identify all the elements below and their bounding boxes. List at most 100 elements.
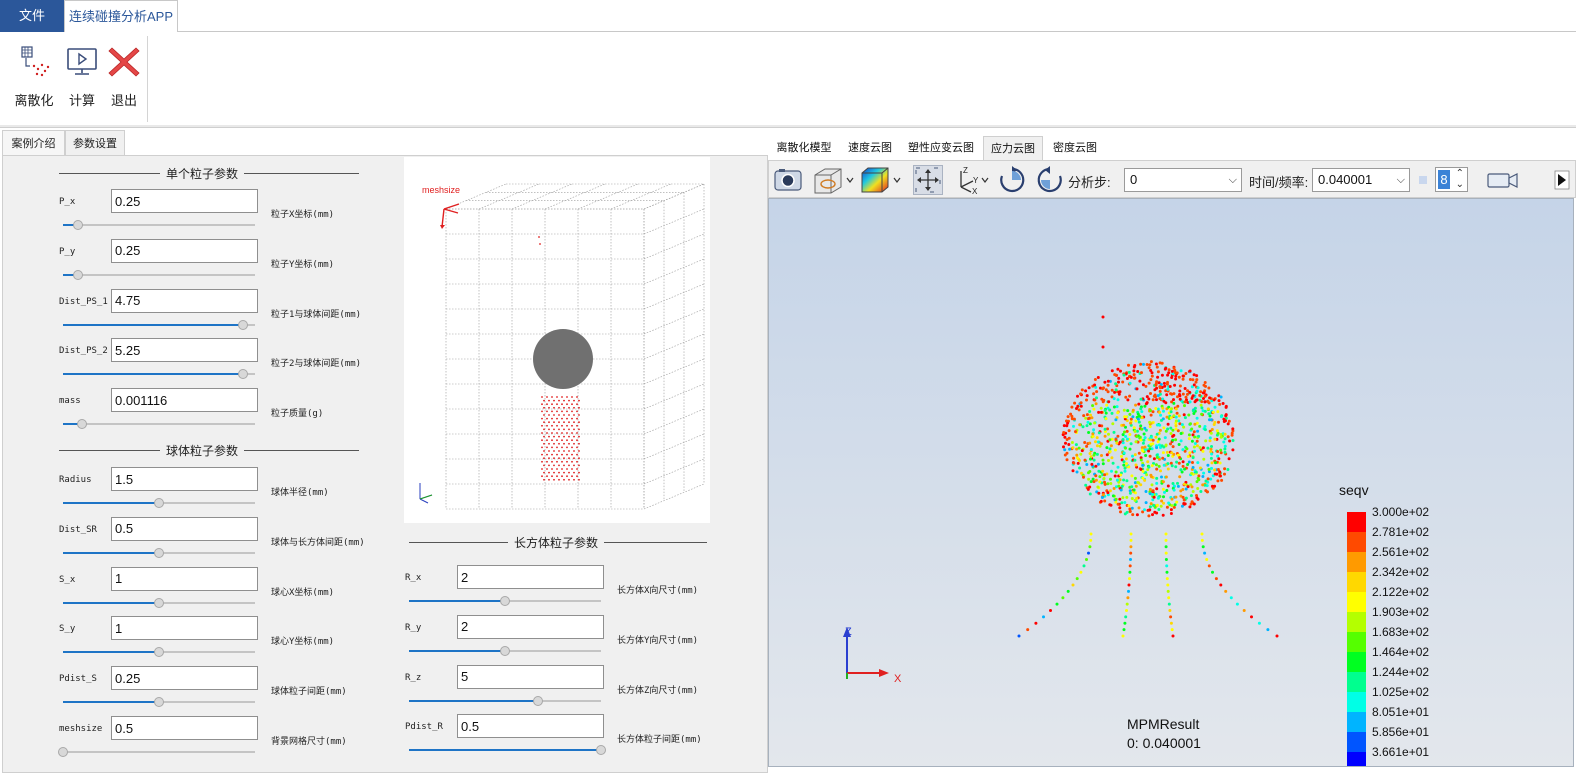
- param-input-s-y[interactable]: [111, 616, 258, 641]
- screenshot-button[interactable]: [773, 165, 803, 195]
- frame-spinbox[interactable]: 8 ⌃ ⌄: [1435, 167, 1468, 192]
- param-slider[interactable]: [63, 647, 255, 658]
- section-cuboid-particle: 长方体粒子参数: [409, 534, 707, 551]
- analysis-step-select[interactable]: 0 ⌵: [1124, 168, 1242, 192]
- param-input-s-x[interactable]: [111, 566, 258, 591]
- param-slider[interactable]: [409, 645, 601, 656]
- spin-up-icon[interactable]: ⌃: [1456, 168, 1464, 179]
- param-input-p-x[interactable]: [111, 189, 258, 213]
- slider-handle[interactable]: [154, 498, 164, 508]
- legend-color-swatch: [1347, 552, 1366, 572]
- rotate-cw-button[interactable]: [997, 165, 1027, 195]
- slider-handle[interactable]: [238, 319, 249, 330]
- svg-text:Y: Y: [973, 176, 979, 185]
- tab-parameters[interactable]: 参数设置: [65, 130, 125, 156]
- param-slider[interactable]: [58, 747, 255, 757]
- rotate-ccw-button[interactable]: [1035, 165, 1065, 195]
- slider-handle[interactable]: [154, 547, 164, 558]
- result-time: 0: 0.040001: [1127, 735, 1201, 751]
- param-slider[interactable]: [63, 697, 255, 708]
- legend-color-swatch: [1347, 712, 1366, 732]
- slider-handle[interactable]: [154, 697, 164, 708]
- tab-density-contour[interactable]: 密度云图: [1047, 136, 1103, 160]
- param-description: 球体与长方体间距(mm): [271, 537, 365, 548]
- param-row-p-y: P_y 粒子Y坐标(mm): [59, 238, 389, 285]
- result-viewport[interactable]: Z X MPMResult 0: 0.040001 seqv 3.000e+02…: [768, 198, 1574, 767]
- view-mode-dropdown[interactable]: [811, 165, 855, 195]
- param-input-dist-ps-1[interactable]: [111, 288, 258, 313]
- param-name: Pdist_R: [405, 722, 443, 733]
- param-input-pdist-s[interactable]: [111, 666, 258, 691]
- slider-handle[interactable]: [500, 645, 510, 656]
- slider-handle[interactable]: [532, 695, 543, 706]
- tab-case-intro[interactable]: 案例介绍: [2, 130, 65, 156]
- slider-handle[interactable]: [154, 597, 164, 608]
- legend-value-label: 1.903e+02: [1372, 605, 1430, 619]
- app-tab[interactable]: 连续碰撞分析APP: [64, 0, 178, 33]
- slider-handle[interactable]: [500, 596, 510, 606]
- param-input-radius[interactable]: [111, 467, 258, 491]
- rotate-clockwise-icon: [1000, 166, 1025, 193]
- param-slider[interactable]: [63, 369, 255, 380]
- param-input-mass[interactable]: [111, 388, 258, 413]
- spin-down-icon[interactable]: ⌄: [1456, 179, 1464, 190]
- file-tab[interactable]: 文件: [0, 0, 64, 32]
- param-input-r-x[interactable]: [457, 565, 604, 589]
- param-slider[interactable]: [409, 695, 601, 706]
- exit-button[interactable]: 退出: [102, 44, 146, 114]
- axis-orientation-dropdown[interactable]: Z Y X: [951, 165, 991, 196]
- param-name: R_y: [405, 622, 422, 633]
- param-row-dist-ps-2: Dist_PS_2 粒子2与球体间距(mm): [59, 338, 389, 384]
- toolbar-overflow-button[interactable]: [1551, 165, 1571, 195]
- discretize-button[interactable]: 离散化: [12, 44, 56, 114]
- contour-mode-dropdown[interactable]: [859, 165, 903, 195]
- tab-velocity-contour[interactable]: 速度云图: [842, 136, 898, 160]
- legend-value-label: 2.122e+02: [1372, 585, 1430, 599]
- legend-color-swatch: [1347, 632, 1366, 652]
- section-single-particle: 单个粒子参数: [59, 165, 359, 182]
- slider-handle[interactable]: [154, 647, 164, 658]
- param-name: Pdist_S: [59, 674, 97, 685]
- legend-value-label: 8.051e+01: [1372, 705, 1430, 719]
- param-slider[interactable]: [63, 498, 255, 508]
- param-input-dist-sr[interactable]: [111, 516, 258, 541]
- tab-stress-contour[interactable]: 应力云图: [983, 136, 1043, 160]
- compute-button[interactable]: 计算: [60, 44, 104, 114]
- particle-group: [533, 236, 593, 481]
- param-slider[interactable]: [63, 319, 255, 330]
- meshsize-label: meshsize: [422, 185, 460, 195]
- param-input-meshsize[interactable]: [111, 716, 258, 740]
- param-name: meshsize: [59, 724, 103, 734]
- param-input-r-y[interactable]: [457, 614, 604, 639]
- slider-handle[interactable]: [73, 269, 84, 280]
- param-input-p-y[interactable]: [111, 238, 258, 263]
- legend-title: seqv: [1339, 482, 1369, 498]
- param-slider[interactable]: [63, 547, 255, 558]
- record-animation-button[interactable]: [1485, 165, 1521, 195]
- time-frequency-select[interactable]: 0.040001 ⌵: [1312, 168, 1410, 192]
- video-camera-icon: [1487, 173, 1518, 188]
- slider-handle[interactable]: [73, 220, 84, 230]
- param-input-pdist-r[interactable]: [457, 714, 604, 739]
- legend-color-swatch: [1347, 532, 1366, 552]
- slider-handle[interactable]: [77, 419, 88, 430]
- param-slider[interactable]: [63, 419, 255, 430]
- param-input-dist-ps-2[interactable]: [111, 338, 258, 363]
- param-slider[interactable]: [63, 269, 255, 280]
- fit-view-button[interactable]: [913, 165, 943, 195]
- legend-labels: 3.000e+02 2.781e+02 2.561e+02 2.342e+02 2.12…: [1372, 505, 1429, 765]
- tab-discrete-model[interactable]: 离散化模型: [772, 136, 836, 160]
- param-slider[interactable]: [63, 220, 255, 230]
- param-name: Dist_PS_1: [59, 296, 108, 307]
- param-slider[interactable]: [409, 745, 606, 756]
- legend-color-swatch: [1347, 652, 1366, 672]
- tab-plastic-strain-contour[interactable]: 塑性应变云图: [904, 136, 978, 160]
- result-name: MPMResult: [1127, 716, 1200, 732]
- slider-handle[interactable]: [596, 745, 606, 756]
- param-description: 长方体Y向尺寸(mm): [617, 635, 699, 646]
- param-slider[interactable]: [409, 596, 601, 606]
- param-slider[interactable]: [63, 597, 255, 608]
- param-input-r-z[interactable]: [457, 664, 604, 689]
- slider-handle[interactable]: [238, 369, 249, 380]
- slider-handle[interactable]: [58, 747, 68, 757]
